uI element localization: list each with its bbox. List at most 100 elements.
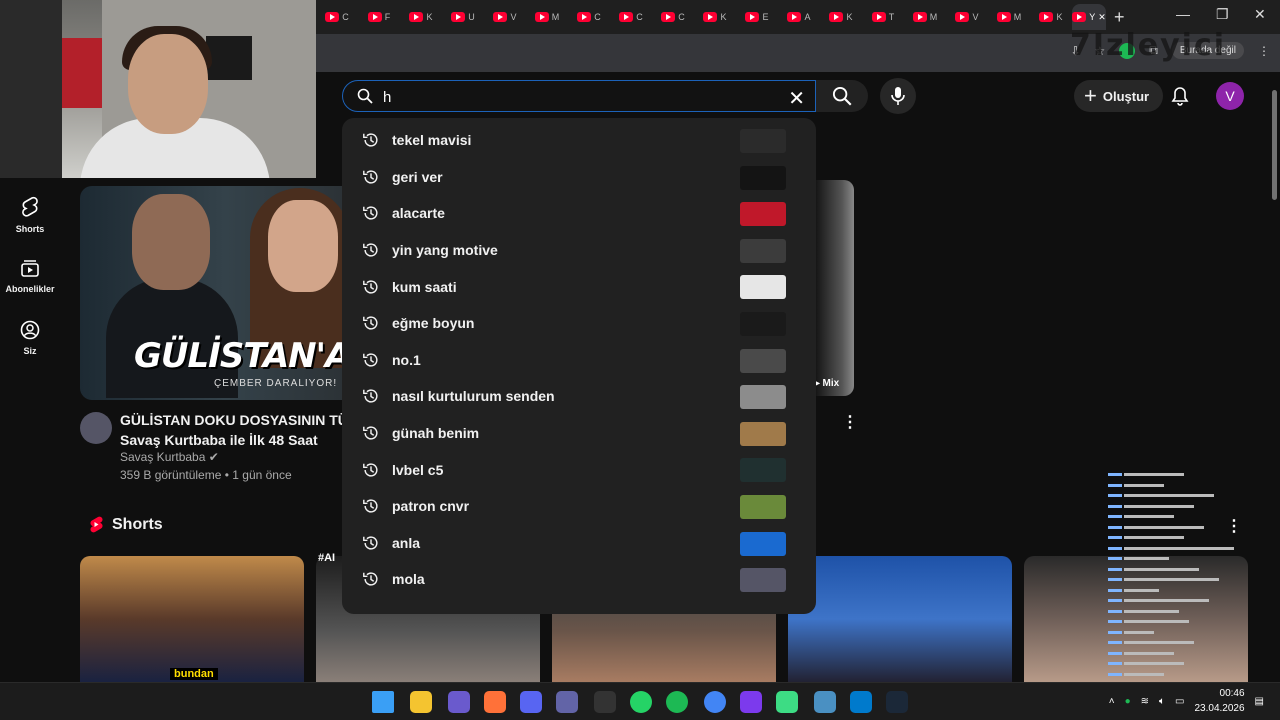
search-suggestion[interactable]: mola xyxy=(342,561,816,598)
clock-time: 00:46 xyxy=(1219,688,1245,699)
plus-icon: + xyxy=(1084,83,1097,108)
suggestion-text: nasıl kurtulurum senden xyxy=(392,388,555,405)
browser-tab[interactable]: M xyxy=(526,4,568,30)
maximize-icon[interactable]: ❐ xyxy=(1216,6,1229,23)
close-tab-icon[interactable]: ✕ xyxy=(1098,12,1106,23)
search-suggestion[interactable]: patron cnvr xyxy=(342,488,816,525)
browser-tab[interactable]: M xyxy=(904,4,946,30)
steam-icon[interactable] xyxy=(886,691,908,713)
search-suggestions-dropdown: tekel mavisi geri ver alacarte yin yang mot… xyxy=(342,118,816,614)
channel-name[interactable]: Savaş Kurtbaba ✔ xyxy=(120,450,219,464)
create-button[interactable]: + Oluştur xyxy=(1074,80,1164,112)
search-suggestion[interactable]: eğme boyun xyxy=(342,305,816,342)
browser-tab[interactable]: K xyxy=(400,4,442,30)
chat-line xyxy=(1108,670,1248,681)
new-tab-icon[interactable]: + xyxy=(1114,7,1125,28)
video-title[interactable]: GÜLİSTAN DOKU DOSYASININ TÜM D Savaş Kur… xyxy=(120,410,380,450)
windows-start-icon[interactable] xyxy=(372,691,394,713)
browser-tab[interactable]: V xyxy=(484,4,526,30)
browser-tab[interactable]: K xyxy=(820,4,862,30)
short-card[interactable]: bundan xyxy=(80,556,304,682)
history-icon xyxy=(363,499,378,513)
account-avatar[interactable]: V xyxy=(1216,82,1244,110)
voice-search-button[interactable] xyxy=(880,78,916,114)
tool-icon[interactable] xyxy=(814,691,836,713)
close-window-icon[interactable]: ✕ xyxy=(1254,6,1266,23)
vscode-icon[interactable] xyxy=(850,691,872,713)
search-suggestion[interactable]: yin yang motive xyxy=(342,232,816,269)
search-suggestion[interactable]: lvbel c5 xyxy=(342,451,816,488)
search-suggestion[interactable]: alacarte xyxy=(342,195,816,232)
browser-tab[interactable]: E xyxy=(736,4,778,30)
browser-tab[interactable]: V xyxy=(946,4,988,30)
tab-label: K xyxy=(720,12,727,22)
search-suggestion[interactable]: günah benim xyxy=(342,415,816,452)
microphone-tray-icon[interactable]: ● xyxy=(1125,696,1131,707)
guide-item-you[interactable]: Siz xyxy=(0,320,60,356)
clear-search-icon[interactable]: ✕ xyxy=(788,86,805,111)
search-suggestion[interactable]: geri ver xyxy=(342,159,816,196)
browser-tab[interactable]: M xyxy=(988,4,1030,30)
history-icon xyxy=(363,426,378,440)
search-suggestion[interactable]: nasıl kurtulurum senden xyxy=(342,378,816,415)
browser-tab[interactable]: U xyxy=(442,4,484,30)
obsidian-icon[interactable] xyxy=(740,691,762,713)
guide-label: Abonelikler xyxy=(5,284,55,294)
tab-favicon-icon xyxy=(787,12,802,22)
search-suggestion[interactable]: no.1 xyxy=(342,342,816,379)
menu-icon[interactable]: ⋮ xyxy=(1258,44,1270,58)
guide-item-shorts[interactable]: Shorts xyxy=(0,196,60,234)
tab-favicon-icon xyxy=(619,12,634,22)
search-button[interactable] xyxy=(816,80,868,112)
copilot-icon[interactable] xyxy=(448,691,470,713)
browser-tab[interactable]: C xyxy=(316,4,358,30)
page-scrollbar[interactable] xyxy=(1268,72,1280,682)
epic-games-icon[interactable] xyxy=(594,691,616,713)
discord-icon[interactable] xyxy=(520,691,542,713)
search-input[interactable]: h ✕ xyxy=(342,80,816,112)
guide-label: Shorts xyxy=(15,224,45,234)
search-suggestion[interactable]: tekel mavisi xyxy=(342,122,816,159)
notification-icon[interactable]: ▤ xyxy=(1255,696,1264,707)
notifications-bell-icon[interactable] xyxy=(1170,86,1190,106)
teams-icon[interactable] xyxy=(556,691,578,713)
tab-label: M xyxy=(551,12,560,22)
tab-favicon-icon xyxy=(409,12,424,22)
spotify-icon[interactable] xyxy=(666,691,688,713)
battery-icon[interactable]: ▭ xyxy=(1175,696,1184,707)
short-card[interactable] xyxy=(788,556,1012,682)
firefox-icon[interactable] xyxy=(484,691,506,713)
system-tray: ˄ ● ≋ 🔈︎ ▭ 00:46 23.04.2026 ▤ xyxy=(1109,686,1264,716)
mix-label: Mix xyxy=(822,378,840,389)
chat-line xyxy=(1108,617,1248,628)
browser-tab[interactable]: K xyxy=(1030,4,1072,30)
browser-tab[interactable]: Y ✕ xyxy=(1072,4,1106,30)
chrome-icon[interactable] xyxy=(704,691,726,713)
guide-item-subscriptions[interactable]: Abonelikler xyxy=(0,258,60,294)
browser-tab[interactable]: T xyxy=(862,4,904,30)
browser-tab[interactable]: F xyxy=(358,4,400,30)
tab-favicon-icon xyxy=(912,12,927,22)
browser-tab[interactable]: A xyxy=(778,4,820,30)
minimize-icon[interactable]: — xyxy=(1176,6,1190,22)
tab-label: C xyxy=(636,12,643,22)
search-suggestion[interactable]: kum saati xyxy=(342,268,816,305)
browser-tab[interactable]: C xyxy=(610,4,652,30)
file-explorer-icon[interactable] xyxy=(410,691,432,713)
search-suggestion[interactable]: anla xyxy=(342,525,816,562)
channel-avatar[interactable] xyxy=(80,412,112,444)
browser-tab[interactable]: K xyxy=(694,4,736,30)
clock[interactable]: 00:46 23.04.2026 xyxy=(1194,686,1244,716)
chevron-up-icon[interactable]: ˄ xyxy=(1109,696,1115,707)
whatsapp-icon[interactable] xyxy=(630,691,652,713)
wifi-icon[interactable]: ≋ xyxy=(1141,696,1149,707)
volume-icon[interactable]: 🔈︎ xyxy=(1159,696,1165,707)
android-icon[interactable] xyxy=(776,691,798,713)
video-options-icon[interactable]: ⋮ xyxy=(842,412,858,432)
mix-thumbnail[interactable] xyxy=(814,180,854,396)
tab-favicon-icon xyxy=(703,12,718,22)
search-icon xyxy=(357,88,373,104)
browser-tab[interactable]: C xyxy=(652,4,694,30)
video-thumbnail[interactable]: GÜLİSTAN'A NE O ÇEMBER DARALIYOR! xyxy=(80,186,344,400)
browser-tab[interactable]: C xyxy=(568,4,610,30)
